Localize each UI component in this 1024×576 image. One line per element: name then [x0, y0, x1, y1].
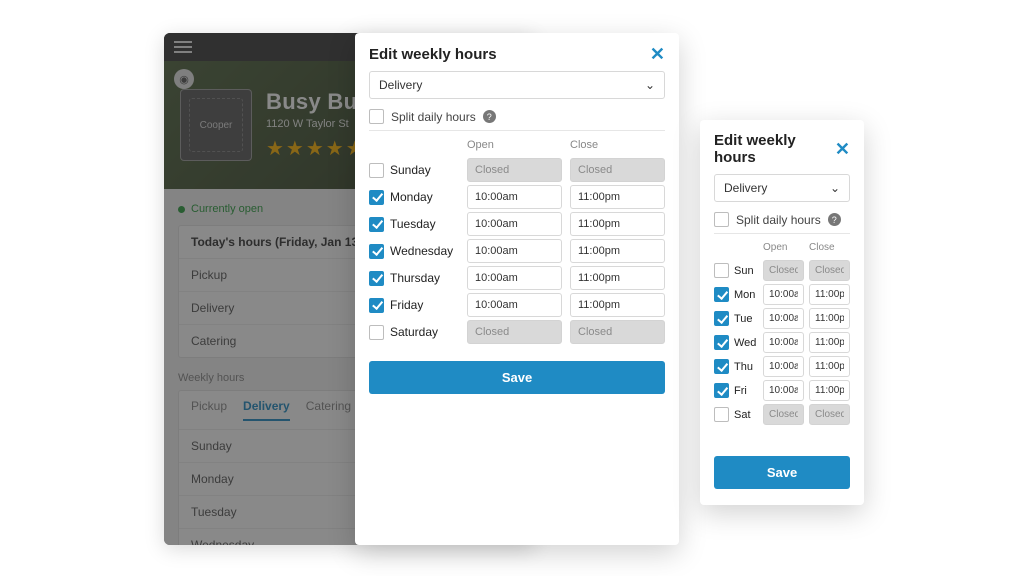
day-row: Monday [369, 185, 665, 209]
day-row: Sun [714, 260, 850, 281]
day-enabled-checkbox[interactable] [714, 359, 729, 374]
day-label: Fri [734, 385, 747, 397]
day-row: Wednesday [369, 239, 665, 263]
day-enabled-checkbox[interactable] [714, 311, 729, 326]
divider [369, 130, 665, 131]
close-time-input [809, 404, 850, 425]
day-row: Tuesday [369, 212, 665, 236]
open-time-input[interactable] [763, 356, 804, 377]
day-enabled-checkbox[interactable] [369, 217, 384, 232]
day-enabled-checkbox[interactable] [369, 325, 384, 340]
day-label: Mon [734, 289, 755, 301]
chevron-down-icon: ⌄ [645, 78, 655, 92]
col-close: Close [809, 242, 850, 253]
day-row: Fri [714, 380, 850, 401]
open-time-input[interactable] [763, 308, 804, 329]
day-enabled-checkbox[interactable] [714, 335, 729, 350]
close-time-input[interactable] [809, 308, 850, 329]
day-row: Tue [714, 308, 850, 329]
help-icon[interactable]: ? [483, 110, 496, 123]
save-button[interactable]: Save [714, 456, 850, 489]
edit-weekly-hours-modal-compact: Edit weekly hours ✕ Delivery ⌄ Split dai… [700, 120, 864, 505]
open-time-input [763, 260, 804, 281]
day-row: Friday [369, 293, 665, 317]
day-row: Thursday [369, 266, 665, 290]
open-time-input[interactable] [467, 239, 562, 263]
service-select[interactable]: Delivery ⌄ [714, 174, 850, 202]
close-time-input[interactable] [570, 293, 665, 317]
day-label: Thu [734, 361, 753, 373]
day-row: Saturday [369, 320, 665, 344]
days-list: Sunday Monday Tuesday Wednesday Thursday Frid… [369, 158, 665, 344]
day-row: Sat [714, 404, 850, 425]
day-enabled-checkbox[interactable] [369, 190, 384, 205]
days-list: Sun Mon Tue Wed Thu Fri Sat [714, 260, 850, 425]
day-label: Saturday [390, 325, 438, 339]
day-label: Wednesday [390, 244, 453, 258]
day-enabled-checkbox[interactable] [714, 407, 729, 422]
close-time-input[interactable] [809, 332, 850, 353]
open-time-input[interactable] [763, 380, 804, 401]
open-time-input[interactable] [467, 185, 562, 209]
day-label: Monday [390, 190, 433, 204]
col-open: Open [467, 139, 562, 151]
close-time-input[interactable] [809, 284, 850, 305]
chevron-down-icon: ⌄ [830, 181, 840, 195]
open-time-input [763, 404, 804, 425]
close-time-input [809, 260, 850, 281]
day-label: Sat [734, 409, 751, 421]
open-time-input[interactable] [467, 293, 562, 317]
modal-title: Edit weekly hours [714, 132, 835, 166]
day-label: Thursday [390, 271, 440, 285]
split-hours-checkbox[interactable] [714, 212, 729, 227]
day-enabled-checkbox[interactable] [369, 163, 384, 178]
open-time-input [467, 158, 562, 182]
col-open: Open [763, 242, 804, 253]
close-time-input[interactable] [570, 239, 665, 263]
service-select-value: Delivery [724, 181, 767, 195]
save-button[interactable]: Save [369, 361, 665, 394]
open-time-input [467, 320, 562, 344]
day-enabled-checkbox[interactable] [369, 298, 384, 313]
day-enabled-checkbox[interactable] [369, 244, 384, 259]
edit-weekly-hours-modal: Edit weekly hours ✕ Delivery ⌄ Split dai… [355, 33, 679, 545]
close-time-input[interactable] [570, 266, 665, 290]
open-time-input[interactable] [763, 332, 804, 353]
day-label: Tue [734, 313, 753, 325]
day-enabled-checkbox[interactable] [714, 383, 729, 398]
split-hours-label: Split daily hours [736, 213, 821, 227]
close-time-input[interactable] [570, 185, 665, 209]
col-close: Close [570, 139, 665, 151]
open-time-input[interactable] [467, 266, 562, 290]
day-label: Tuesday [390, 217, 436, 231]
close-icon[interactable]: ✕ [650, 45, 665, 63]
open-time-input[interactable] [763, 284, 804, 305]
day-row: Mon [714, 284, 850, 305]
split-hours-label: Split daily hours [391, 110, 476, 124]
open-time-input[interactable] [467, 212, 562, 236]
service-select-value: Delivery [379, 78, 422, 92]
day-row: Thu [714, 356, 850, 377]
close-icon[interactable]: ✕ [835, 140, 850, 158]
day-label: Sunday [390, 163, 431, 177]
day-enabled-checkbox[interactable] [714, 287, 729, 302]
close-time-input[interactable] [570, 212, 665, 236]
service-select[interactable]: Delivery ⌄ [369, 71, 665, 99]
split-hours-checkbox[interactable] [369, 109, 384, 124]
close-time-input[interactable] [809, 356, 850, 377]
day-row: Wed [714, 332, 850, 353]
day-label: Wed [734, 337, 756, 349]
close-time-input [570, 320, 665, 344]
day-enabled-checkbox[interactable] [369, 271, 384, 286]
day-label: Friday [390, 298, 423, 312]
close-time-input [570, 158, 665, 182]
day-label: Sun [734, 265, 754, 277]
divider [714, 233, 850, 234]
day-row: Sunday [369, 158, 665, 182]
help-icon[interactable]: ? [828, 213, 841, 226]
close-time-input[interactable] [809, 380, 850, 401]
day-enabled-checkbox[interactable] [714, 263, 729, 278]
modal-title: Edit weekly hours [369, 46, 497, 63]
